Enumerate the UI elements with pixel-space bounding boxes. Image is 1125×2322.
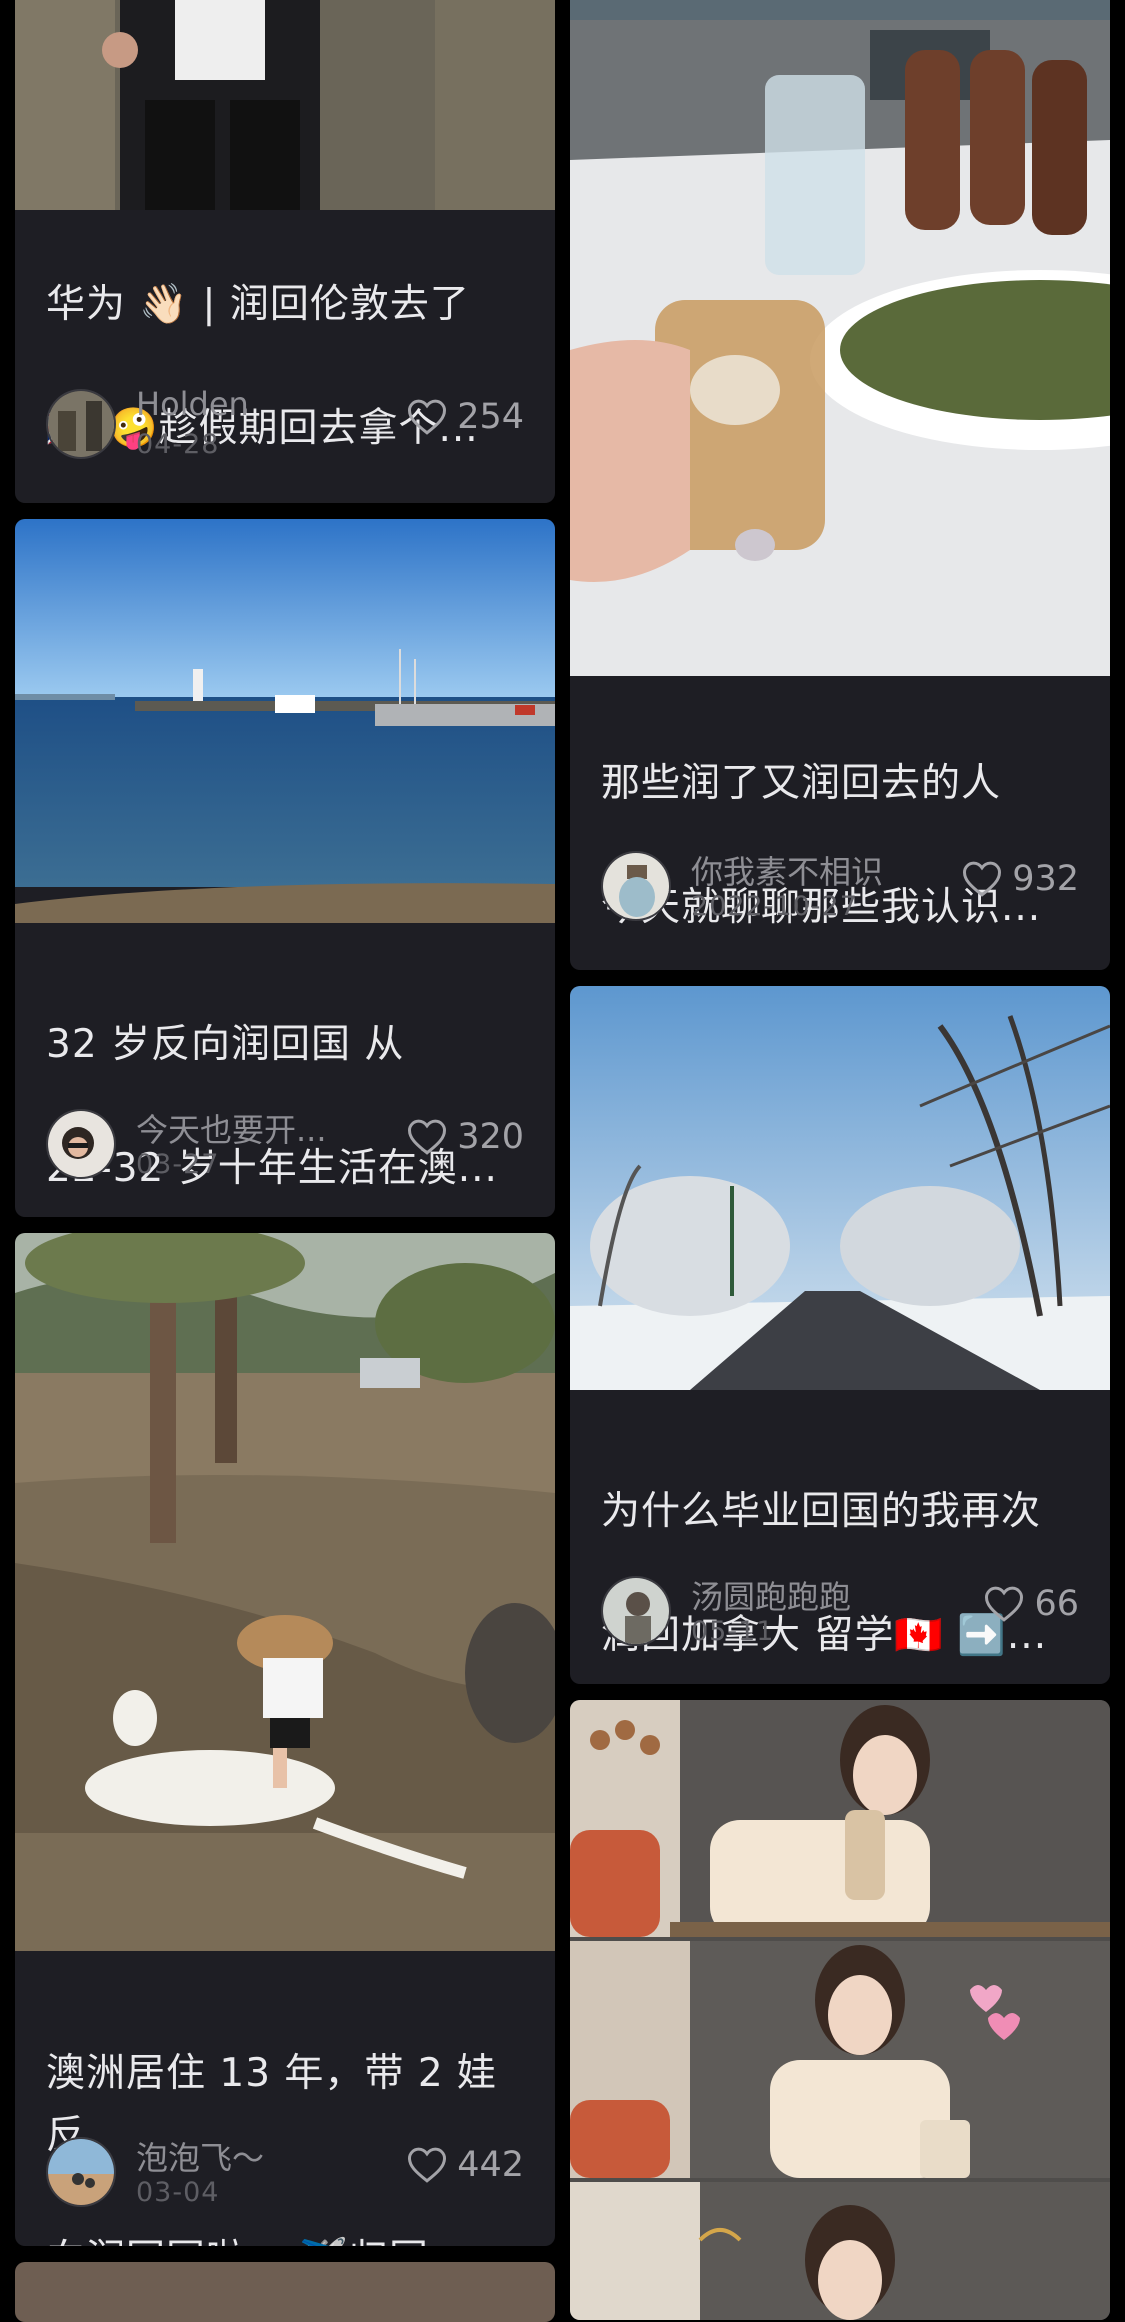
card-meta: 汤圆跑跑跑 05-11 66 (601, 1570, 1079, 1650)
cover-image (570, 986, 1110, 1390)
post-date: 04-28 (136, 429, 220, 460)
card-meta: 今天也要开... 03-27 320 (46, 1103, 524, 1183)
post-date: 05-11 (691, 1616, 775, 1647)
avatar[interactable] (46, 389, 116, 459)
like-button[interactable]: 66 (984, 1584, 1079, 1624)
avatar[interactable] (46, 2137, 116, 2207)
heart-outline-icon (408, 399, 447, 435)
cover-image (570, 0, 1110, 676)
like-button[interactable]: 442 (407, 2145, 524, 2185)
heart-outline-icon (963, 861, 1002, 897)
card-meta: Holden 04-28 254 (46, 383, 524, 463)
like-button[interactable]: 254 (407, 397, 524, 437)
heart-outline-icon (408, 2147, 447, 2183)
heart-outline-icon (408, 1119, 447, 1155)
avatar[interactable] (601, 851, 671, 921)
author-name[interactable]: 今天也要开... (136, 1105, 327, 1151)
author-name[interactable]: Holden (136, 385, 249, 423)
like-count: 932 (1012, 859, 1079, 899)
cover-image (15, 1233, 555, 1951)
post-date: 03-27 (136, 1149, 220, 1180)
feed-card[interactable]: 华为 👋🏻 | 润回伦敦去了 🇬🇧 🤪趁假期回去拿个... Holden 04-… (15, 0, 555, 503)
like-count: 254 (457, 397, 524, 437)
cover-image (570, 1700, 1110, 2320)
post-date: 03-04 (136, 2177, 220, 2208)
avatar[interactable] (601, 1576, 671, 1646)
author-name[interactable]: 泡泡飞～ (136, 2133, 264, 2179)
like-button[interactable]: 320 (407, 1117, 524, 1157)
heart-outline-icon (985, 1586, 1024, 1622)
feed-card[interactable]: 那些润了又润回去的人 今天就聊聊那些我认识... 你我素不相识 2022-10-… (570, 0, 1110, 970)
author-name[interactable]: 汤圆跑跑跑 (691, 1572, 851, 1618)
like-button[interactable]: 932 (962, 859, 1079, 899)
feed-card[interactable]: 为什么毕业回国的我再次 润回加拿大 留学🇨🇦 ➡️... 汤圆跑跑跑 05-11… (570, 986, 1110, 1684)
feed-card[interactable]: 澳洲居住 13 年，带 2 娃反 向润回国啦。 ✈️归国... 泡泡飞～ 03-… (15, 1233, 555, 2246)
card-meta: 泡泡飞～ 03-04 442 (46, 2131, 524, 2211)
post-date: 2022-10-27 (691, 891, 858, 922)
card-title: 那些润了又润回去的人 今天就聊聊那些我认识... (601, 761, 1042, 930)
like-count: 320 (457, 1117, 524, 1157)
cover-image (15, 519, 555, 923)
author-name[interactable]: 你我素不相识 (691, 847, 883, 893)
like-count: 66 (1034, 1584, 1079, 1624)
feed-card[interactable] (570, 1700, 1110, 2320)
feed-card[interactable]: 32 岁反向润回国 从 22-32 岁十年生活在澳... 今天也要开... 03… (15, 519, 555, 1217)
like-count: 442 (457, 2145, 524, 2185)
card-meta: 你我素不相识 2022-10-27 932 (601, 845, 1079, 925)
avatar[interactable] (46, 1109, 116, 1179)
feed-card[interactable] (15, 2262, 555, 2322)
cover-image (15, 0, 555, 210)
